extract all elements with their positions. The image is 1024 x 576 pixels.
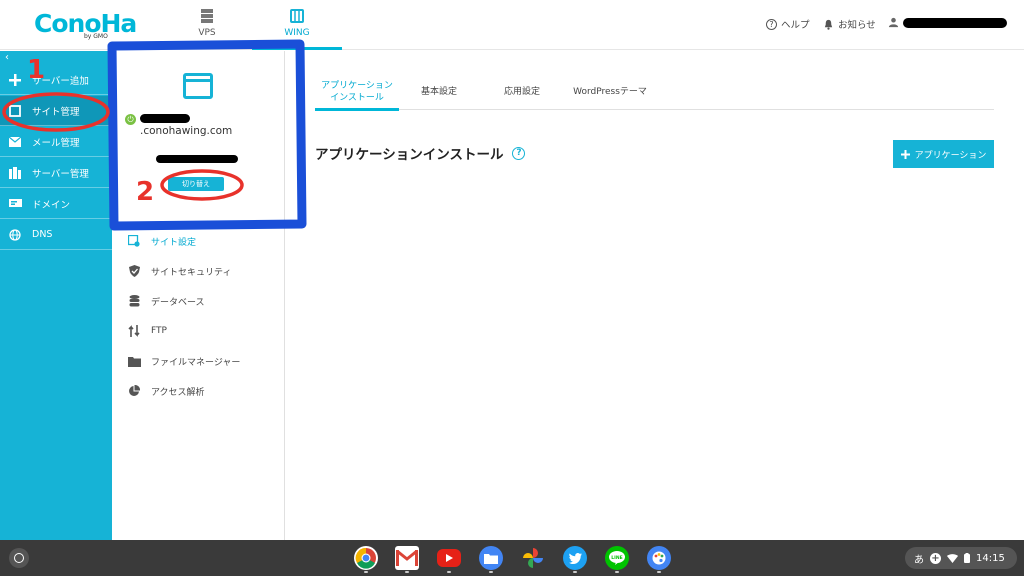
shield-icon bbox=[127, 264, 141, 278]
menu-item-file-manager[interactable]: ファイルマネージャー bbox=[112, 346, 285, 376]
chrome-icon[interactable] bbox=[354, 546, 378, 573]
help-link[interactable]: ? ヘルプ bbox=[766, 17, 810, 31]
clock: 14:15 bbox=[976, 552, 1005, 564]
sidebar-item-label: ドメイン bbox=[32, 199, 71, 211]
system-tray[interactable]: あ + 14:15 bbox=[905, 547, 1017, 569]
folder-icon bbox=[127, 354, 141, 368]
os-shelf: LINE あ + 14:15 bbox=[0, 540, 1024, 576]
svg-text:LINE: LINE bbox=[611, 555, 622, 561]
tab-label-line1: アプリケーション bbox=[321, 80, 393, 91]
photos-icon[interactable] bbox=[521, 546, 545, 570]
tab-wing-label: WING bbox=[284, 28, 310, 38]
tab-wordpress-theme[interactable]: WordPressテーマ bbox=[565, 73, 655, 110]
tab-vps-label: VPS bbox=[198, 28, 216, 38]
section-title: アプリケーションインストール ? bbox=[315, 143, 526, 163]
menu-item-label: データベース bbox=[151, 297, 205, 308]
server-icon bbox=[201, 9, 213, 23]
logo-sub: by GMO bbox=[84, 33, 108, 40]
menu-item-database[interactable]: データベース bbox=[112, 286, 285, 316]
menu-item-access-analytics[interactable]: アクセス解析 bbox=[112, 376, 285, 406]
tab-label: 応用設定 bbox=[503, 86, 540, 97]
redacted-site-name bbox=[156, 155, 238, 163]
main-sidebar: ‹ サーバー追加 サイト管理 メール管理 サーバー管理 ドメイン DNS bbox=[0, 51, 112, 540]
twitter-icon[interactable] bbox=[563, 546, 587, 573]
ime-indicator: あ bbox=[914, 554, 924, 566]
tab-wing[interactable]: WING bbox=[252, 0, 342, 50]
globe-icon bbox=[8, 228, 22, 242]
site-settings-icon bbox=[127, 234, 141, 248]
sidebar-item-mail[interactable]: メール管理 bbox=[0, 127, 112, 157]
database-icon bbox=[127, 294, 141, 308]
plus-icon bbox=[8, 73, 22, 87]
menu-item-site-settings[interactable]: サイト設定 bbox=[112, 226, 285, 256]
bell-icon bbox=[824, 19, 833, 30]
launcher-icon[interactable] bbox=[9, 548, 29, 568]
line-icon[interactable]: LINE bbox=[605, 546, 629, 573]
menu-item-label: ファイルマネージャー bbox=[151, 357, 241, 368]
site-domain: .conohawing.com bbox=[140, 112, 280, 138]
pie-chart-icon bbox=[127, 384, 141, 398]
tab-label: 基本設定 bbox=[420, 86, 457, 97]
paint-icon[interactable] bbox=[647, 546, 671, 573]
server-manage-icon bbox=[8, 166, 22, 180]
site-icon bbox=[8, 104, 22, 118]
sidebar-item-dns[interactable]: DNS bbox=[0, 220, 112, 250]
domain-icon bbox=[8, 197, 22, 211]
help-icon: ? bbox=[766, 18, 777, 30]
tab-advanced-settings[interactable]: 応用設定 bbox=[490, 73, 554, 110]
site-card: ⏻ .conohawing.com 切り替え bbox=[112, 51, 285, 226]
add-icon: + bbox=[930, 552, 941, 564]
notice-label: お知らせ bbox=[838, 20, 876, 31]
domain-text: .conohawing.com bbox=[140, 125, 233, 137]
sidebar-item-label: メール管理 bbox=[32, 137, 80, 149]
sidebar-item-label: サーバー追加 bbox=[32, 75, 89, 87]
settings-tabs: アプリケーション インストール 基本設定 応用設定 WordPressテーマ bbox=[315, 73, 994, 111]
sidebar-item-add-server[interactable]: サーバー追加 bbox=[0, 65, 112, 95]
main-content: アプリケーション インストール 基本設定 応用設定 WordPressテーマ ア… bbox=[286, 51, 1024, 540]
menu-item-label: FTP bbox=[151, 326, 167, 336]
site-panel: ⏻ .conohawing.com 切り替え サイト設定 サイトセキュリティ デ… bbox=[112, 51, 285, 540]
notice-link[interactable]: お知らせ bbox=[823, 17, 876, 31]
tab-vps[interactable]: VPS bbox=[172, 0, 242, 50]
power-icon: ⏻ bbox=[125, 114, 136, 125]
tab-basic-settings[interactable]: 基本設定 bbox=[407, 73, 471, 110]
tab-label: WordPressテーマ bbox=[573, 86, 647, 97]
sidebar-item-domain[interactable]: ドメイン bbox=[0, 189, 112, 219]
battery-icon bbox=[964, 553, 970, 563]
sidebar-item-label: サイト管理 bbox=[32, 106, 80, 118]
collapse-icon[interactable]: ‹ bbox=[5, 52, 9, 63]
switch-site-button[interactable]: 切り替え bbox=[168, 177, 224, 191]
tab-app-install[interactable]: アプリケーション インストール bbox=[315, 73, 399, 111]
wing-icon bbox=[290, 9, 304, 23]
add-application-button[interactable]: アプリケーション bbox=[893, 140, 994, 168]
user-menu[interactable] bbox=[888, 17, 1007, 28]
mail-icon bbox=[8, 135, 22, 149]
sidebar-item-server-manage[interactable]: サーバー管理 bbox=[0, 158, 112, 188]
menu-item-ftp[interactable]: FTP bbox=[112, 316, 285, 346]
transfer-icon bbox=[127, 324, 141, 338]
wifi-icon bbox=[947, 553, 958, 563]
menu-item-label: アクセス解析 bbox=[151, 387, 205, 398]
redacted-username bbox=[903, 17, 1007, 28]
menu-item-site-security[interactable]: サイトセキュリティ bbox=[112, 256, 285, 286]
top-header: ConoHa by GMO VPS WING ? ヘルプ お知らせ bbox=[0, 0, 1024, 50]
redacted-subdomain bbox=[140, 113, 190, 123]
sidebar-item-label: サーバー管理 bbox=[32, 168, 89, 180]
help-label: ヘルプ bbox=[781, 20, 810, 31]
conoha-logo[interactable]: ConoHa by GMO bbox=[34, 9, 137, 41]
gmail-icon[interactable] bbox=[395, 546, 419, 573]
add-application-label: アプリケーション bbox=[914, 150, 987, 161]
files-icon[interactable] bbox=[479, 546, 503, 573]
tab-label-line2: インストール bbox=[330, 92, 384, 103]
menu-item-label: サイトセキュリティ bbox=[151, 267, 232, 278]
user-icon bbox=[888, 17, 899, 28]
sidebar-item-label: DNS bbox=[32, 229, 53, 240]
plus-icon bbox=[900, 149, 910, 159]
help-icon[interactable]: ? bbox=[512, 146, 526, 160]
sidebar-item-site[interactable]: サイト管理 bbox=[0, 96, 112, 126]
section-title-text: アプリケーションインストール bbox=[315, 147, 504, 163]
youtube-icon[interactable] bbox=[437, 549, 461, 573]
menu-item-label: サイト設定 bbox=[151, 237, 197, 248]
site-window-icon bbox=[183, 73, 213, 99]
